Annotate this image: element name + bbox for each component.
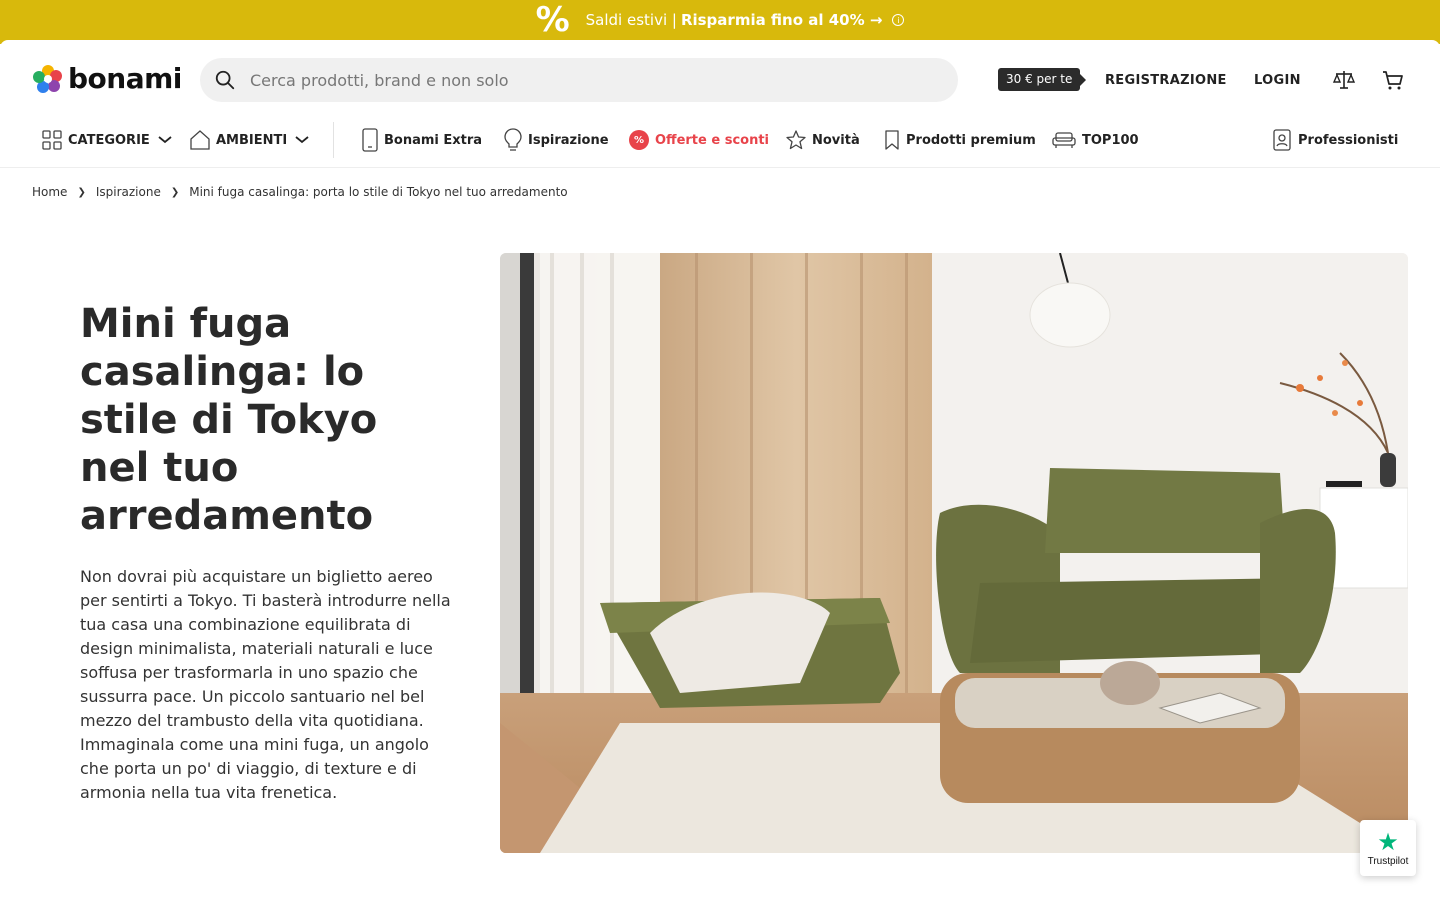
promo-bar[interactable]: % Saldi estivi | Risparmia fino al 40% →… (0, 0, 1440, 44)
promo-text: Saldi estivi | (585, 11, 677, 29)
nav-professionals-label: Professionisti (1298, 132, 1399, 148)
trustpilot-label: Trustpilot (1367, 855, 1409, 867)
nav-offers-label: Offerte e sconti (655, 132, 770, 148)
nav-divider (333, 122, 334, 158)
nav-bonami-extra-label: Bonami Extra (384, 132, 483, 148)
breadcrumb: Home ❯ Ispirazione ❯ Mini fuga casalinga… (32, 185, 568, 199)
nav-premium-label: Prodotti premium (906, 132, 1036, 148)
chevron-down-icon (158, 136, 172, 144)
percent-badge-icon: % (629, 130, 649, 150)
nav-inspiration-label: Ispirazione (528, 132, 609, 148)
hero-image (500, 253, 1408, 853)
nav-new[interactable]: Novità (786, 120, 860, 160)
article-intro: Non dovrai più acquistare un biglietto a… (80, 567, 451, 802)
grid-icon (42, 130, 62, 150)
register-link[interactable]: REGISTRAZIONE (1105, 73, 1227, 88)
search-icon[interactable] (214, 69, 236, 91)
nav-categories-label: CATEGORIE (68, 132, 150, 148)
phone-icon (362, 128, 378, 152)
nav-rooms[interactable]: AMBIENTI (190, 120, 315, 160)
breadcrumb-home[interactable]: Home (32, 185, 67, 199)
article-title: Mini fuga casalinga: lo stile di Tokyo n… (80, 301, 378, 539)
contact-card-icon (1273, 129, 1291, 151)
nav-premium[interactable]: Prodotti premium (884, 120, 1036, 160)
trustpilot-widget[interactable]: ★ Trustpilot (1360, 820, 1416, 876)
percent-icon: % (535, 0, 570, 40)
compare-icon[interactable] (1332, 68, 1356, 92)
living-room-illustration (500, 253, 1408, 853)
logo-flower-icon (33, 64, 62, 93)
logo-wordmark: bonami (68, 62, 182, 95)
nav-inspiration[interactable]: Ispirazione (504, 120, 609, 160)
login-link[interactable]: LOGIN (1254, 73, 1301, 88)
lightbulb-icon (504, 128, 522, 151)
logo[interactable]: bonami (32, 62, 182, 95)
info-icon[interactable]: i (892, 14, 905, 26)
home-icon (190, 130, 210, 150)
breadcrumb-current: Mini fuga casalinga: porta lo stile di T… (189, 185, 568, 199)
nav-categories[interactable]: CATEGORIE (42, 120, 178, 160)
cart-icon[interactable] (1381, 68, 1405, 92)
trustpilot-star-icon: ★ (1377, 827, 1399, 856)
nav-top100[interactable]: TOP100 (1052, 120, 1139, 160)
breadcrumb-inspiration[interactable]: Ispirazione (96, 185, 161, 199)
promo-highlight[interactable]: Risparmia fino al 40% → (681, 11, 883, 29)
sofa-icon (1052, 132, 1076, 148)
search-input[interactable] (250, 70, 930, 90)
star-icon (786, 130, 806, 150)
nav-bonami-extra[interactable]: Bonami Extra (362, 120, 482, 160)
main-nav: CATEGORIE AMBIENTI Bonami Extra Ispirazi… (0, 120, 1440, 168)
nav-rooms-label: AMBIENTI (216, 132, 288, 148)
nav-professionals[interactable]: Professionisti (1272, 120, 1398, 160)
bookmark-icon (885, 130, 899, 150)
site-header: bonami 30 € per te REGISTRAZIONE LOGIN (0, 40, 1440, 120)
nav-offers[interactable]: % Offerte e sconti (629, 120, 769, 160)
nav-top100-label: TOP100 (1082, 132, 1139, 148)
search-bar[interactable] (200, 58, 958, 102)
chevron-down-icon (295, 136, 309, 144)
chevron-right-icon: ❯ (170, 186, 180, 198)
nav-new-label: Novità (812, 132, 860, 148)
chevron-right-icon: ❯ (77, 186, 86, 198)
discount-bubble: 30 € per te (998, 68, 1087, 91)
